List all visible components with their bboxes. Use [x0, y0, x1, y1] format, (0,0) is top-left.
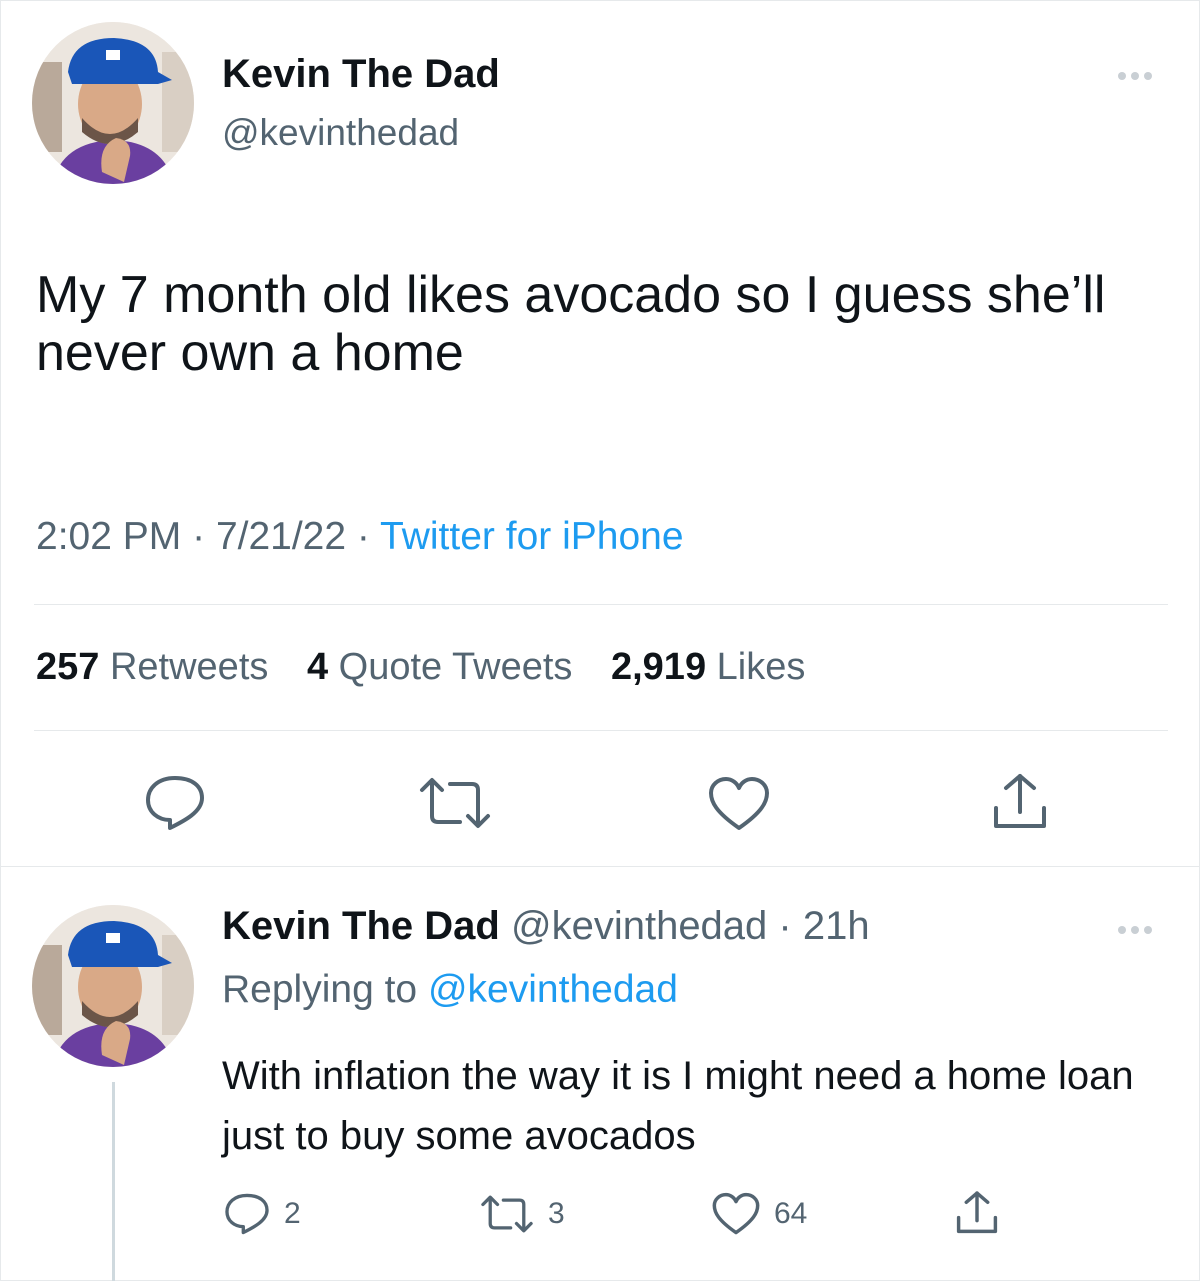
reply-handle[interactable]: @kevinthedad	[511, 904, 767, 948]
avatar-photo	[32, 22, 194, 184]
meta-separator: ·	[356, 515, 370, 558]
reply-author-avatar[interactable]	[32, 905, 194, 1067]
like-count: 64	[774, 1197, 808, 1230]
quotes-label: Quote Tweets	[338, 646, 573, 688]
section-separator	[0, 866, 1200, 867]
reply-retweet-button[interactable]: 3	[480, 1194, 565, 1234]
reply-like-button[interactable]: 64	[712, 1192, 807, 1236]
reply-header: Kevin The Dad @kevinthedad · 21h	[222, 904, 870, 949]
thread-line	[112, 1082, 115, 1281]
tweet-source[interactable]: Twitter for iPhone	[380, 515, 683, 558]
meta-separator: ·	[192, 515, 206, 558]
retweets-stat[interactable]: 257 Retweets	[36, 646, 268, 688]
reply-count: 2	[284, 1197, 301, 1230]
reply-icon	[225, 1193, 269, 1235]
quotes-stat[interactable]: 4 Quote Tweets	[307, 646, 572, 688]
divider	[34, 730, 1168, 731]
divider	[34, 604, 1168, 605]
retweets-count: 257	[36, 646, 100, 688]
likes-label: Likes	[716, 646, 806, 688]
tweet-text: My 7 month old likes avocado so I guess …	[36, 266, 1106, 382]
author-display-name[interactable]: Kevin The Dad	[222, 52, 500, 97]
replying-to: Replying to @kevinthedad	[222, 968, 678, 1012]
like-icon	[712, 1192, 760, 1235]
tweet-stats: 257 Retweets 4 Quote Tweets 2,919 Likes	[36, 646, 805, 689]
tweet-date[interactable]: 7/21/22	[216, 515, 346, 558]
retweets-label: Retweets	[109, 646, 269, 688]
meta-separator: ·	[778, 904, 792, 948]
reply-share-button[interactable]	[954, 1190, 1000, 1236]
reply-age[interactable]: 21h	[803, 904, 870, 948]
share-icon[interactable]	[990, 772, 1050, 832]
retweet-icon	[481, 1195, 533, 1233]
more-options-icon[interactable]	[1118, 926, 1152, 934]
like-icon[interactable]	[708, 776, 770, 832]
replying-mention[interactable]: @kevinthedad	[428, 968, 678, 1011]
reply-icon[interactable]	[144, 774, 206, 832]
likes-count: 2,919	[610, 646, 707, 688]
quotes-count: 4	[306, 646, 329, 688]
tweet-meta: 2:02 PM · 7/21/22 · Twitter for iPhone	[36, 515, 684, 559]
replying-prefix: Replying to	[222, 968, 418, 1011]
reply-display-name[interactable]: Kevin The Dad	[222, 904, 500, 948]
reply-reply-button[interactable]: 2	[224, 1192, 301, 1236]
avatar-photo	[32, 905, 194, 1067]
retweet-count: 3	[548, 1197, 565, 1230]
author-handle[interactable]: @kevinthedad	[222, 112, 459, 154]
author-avatar[interactable]	[32, 22, 194, 184]
tweet-time[interactable]: 2:02 PM	[36, 515, 181, 558]
reply-text: With inflation the way it is I might nee…	[222, 1054, 1134, 1158]
retweet-icon[interactable]	[418, 776, 492, 830]
share-icon	[956, 1191, 998, 1234]
likes-stat[interactable]: 2,919 Likes	[611, 646, 805, 688]
more-options-icon[interactable]	[1118, 72, 1152, 80]
